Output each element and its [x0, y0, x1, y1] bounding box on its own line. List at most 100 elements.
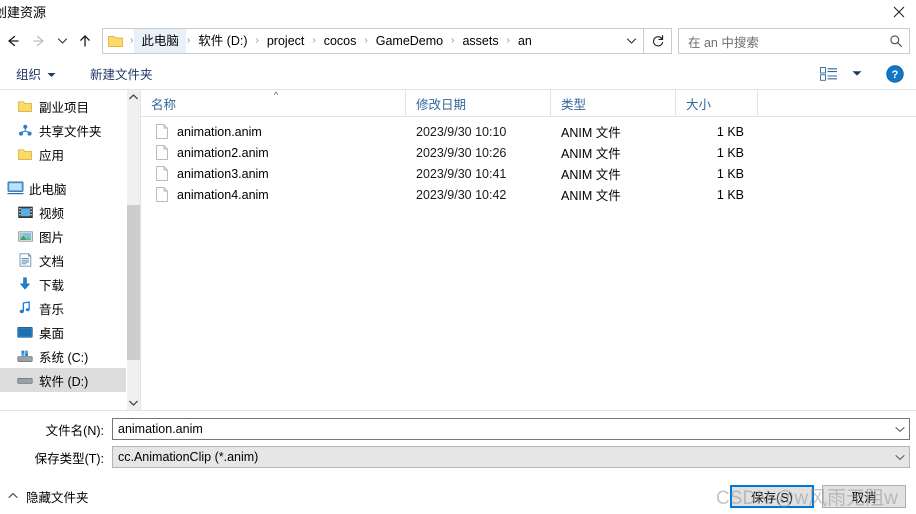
sidebar-item-system-c[interactable]: 系统 (C:) [0, 344, 126, 368]
sidebar-item-desktop[interactable]: 桌面 [0, 320, 126, 344]
dialog-body: 副业项目 共享文件夹 应用 此电脑 视频 图片 文档 下载 音乐 桌面 系统 (… [0, 90, 916, 411]
cancel-button[interactable]: 取消 [822, 484, 906, 508]
file-icon [151, 166, 173, 181]
sidebar-item-this-pc[interactable]: 此电脑 [0, 176, 126, 200]
title-bar: 创建资源 [0, 0, 916, 24]
svg-text:?: ? [892, 69, 899, 81]
column-header-type-label: 类型 [561, 97, 587, 112]
column-header-type[interactable]: 类型 [551, 90, 676, 116]
chevron-down-icon[interactable] [127, 396, 140, 410]
videos-icon [14, 206, 36, 219]
chevron-up-icon [6, 491, 26, 502]
table-row[interactable]: animation.anim 2023/9/30 10:10 ANIM 文件 1… [141, 121, 916, 142]
sidebar-item-label: 副业项目 [39, 100, 90, 115]
chevron-down-icon [47, 67, 56, 81]
sidebar-item-label: 系统 (C:) [39, 350, 89, 365]
file-list-pane: 名称 ^ 修改日期 类型 大小 animation.anim 2023/9/30… [140, 90, 916, 410]
sidebar-item-software-d[interactable]: 软件 (D:) [0, 368, 126, 392]
refresh-button[interactable] [644, 28, 672, 54]
back-button[interactable] [0, 28, 26, 54]
folder-icon [14, 148, 36, 161]
hide-folders-label: 隐藏文件夹 [26, 490, 89, 505]
breadcrumb-item-4[interactable]: GameDemo [369, 29, 450, 53]
filetype-row: 保存类型(T): cc.AnimationClip (*.anim) [6, 446, 910, 468]
desktop-icon [14, 326, 36, 339]
sidebar-item-label: 应用 [39, 148, 65, 163]
file-name-cell: animation2.anim [141, 145, 406, 160]
sidebar-scrollbar[interactable] [126, 90, 140, 410]
sidebar-item-shared-folder[interactable]: 共享文件夹 [0, 118, 126, 142]
filetype-select[interactable]: cc.AnimationClip (*.anim) [112, 446, 910, 468]
save-button[interactable]: 保存(S) [730, 484, 814, 508]
help-icon[interactable]: ? [882, 63, 908, 85]
scrollbar-thumb[interactable] [127, 205, 140, 360]
sidebar-item-downloads[interactable]: 下载 [0, 272, 126, 296]
filename-input[interactable]: animation.anim [112, 418, 910, 440]
chevron-down-icon[interactable] [891, 426, 909, 433]
breadcrumb-item-2[interactable]: project [260, 29, 312, 53]
breadcrumb-item-6[interactable]: an [511, 29, 539, 53]
forward-button[interactable] [26, 28, 52, 54]
search-placeholder: 在 an 中搜索 [688, 35, 759, 50]
file-size-cell: 1 KB [716, 124, 744, 139]
sidebar-divider [0, 166, 126, 176]
file-name-label: animation2.anim [177, 145, 269, 160]
organize-button[interactable]: 组织 [10, 62, 62, 86]
sidebar-item-documents[interactable]: 文档 [0, 248, 126, 272]
file-type-cell: ANIM 文件 [561, 168, 621, 182]
column-header-name[interactable]: 名称 ^ [141, 90, 406, 116]
breadcrumb-item-5[interactable]: assets [455, 29, 505, 53]
column-header-size[interactable]: 大小 [676, 90, 758, 116]
sidebar-item-side-project[interactable]: 副业项目 [0, 94, 126, 118]
window-title: 创建资源 [0, 5, 47, 20]
hide-folders-button[interactable]: 隐藏文件夹 [6, 487, 89, 506]
sort-ascending-icon: ^ [274, 90, 279, 100]
file-icon [151, 145, 173, 160]
column-header-name-label: 名称 [151, 97, 177, 112]
up-button[interactable] [72, 28, 98, 54]
navigation-bar: › 此电脑 › 软件 (D:) › project › cocos › Game… [0, 24, 916, 58]
file-name-cell: animation.anim [141, 124, 406, 139]
toolbar-right-group: ? [816, 63, 908, 85]
documents-icon [14, 253, 36, 267]
new-folder-button[interactable]: 新建文件夹 [84, 62, 159, 86]
sidebar-item-pictures[interactable]: 图片 [0, 224, 126, 248]
file-name-label: animation4.anim [177, 187, 269, 202]
filename-value: animation.anim [118, 422, 203, 436]
file-date-cell: 2023/9/30 10:42 [416, 187, 507, 202]
view-options-caret-icon[interactable] [844, 63, 870, 85]
breadcrumb-item-3[interactable]: cocos [317, 29, 364, 53]
sidebar-item-apps[interactable]: 应用 [0, 142, 126, 166]
toolbar: 组织 新建文件夹 ? [0, 58, 916, 90]
file-name-cell: animation4.anim [141, 187, 406, 202]
sidebar-item-label: 文档 [39, 254, 65, 269]
search-input[interactable]: 在 an 中搜索 [678, 28, 910, 54]
sidebar-item-music[interactable]: 音乐 [0, 296, 126, 320]
sidebar-item-label: 共享文件夹 [39, 124, 102, 139]
file-icon [151, 187, 173, 202]
table-row[interactable]: animation3.anim 2023/9/30 10:41 ANIM 文件 … [141, 163, 916, 184]
chevron-down-icon[interactable] [891, 454, 909, 461]
recent-locations-button[interactable] [52, 28, 72, 54]
table-row[interactable]: animation4.anim 2023/9/30 10:42 ANIM 文件 … [141, 184, 916, 205]
file-size-cell: 1 KB [716, 166, 744, 181]
sidebar-item-label: 图片 [39, 230, 65, 245]
chevron-up-icon[interactable] [127, 90, 140, 104]
drive-icon [14, 374, 36, 387]
file-type-cell: ANIM 文件 [561, 126, 621, 140]
close-icon[interactable] [882, 0, 916, 24]
address-bar[interactable]: › 此电脑 › 软件 (D:) › project › cocos › Game… [102, 28, 644, 54]
sidebar-item-videos[interactable]: 视频 [0, 200, 126, 224]
file-date-cell: 2023/9/30 10:26 [416, 145, 507, 160]
new-folder-label: 新建文件夹 [90, 68, 153, 82]
breadcrumb-item-1[interactable]: 软件 (D:) [191, 29, 254, 53]
chevron-down-icon[interactable] [619, 29, 643, 53]
view-options-icon[interactable] [816, 63, 842, 85]
breadcrumb-item-0[interactable]: 此电脑 [134, 29, 186, 53]
column-header-row: 名称 ^ 修改日期 类型 大小 [141, 90, 916, 117]
table-row[interactable]: animation2.anim 2023/9/30 10:26 ANIM 文件 … [141, 142, 916, 163]
file-size-cell: 1 KB [716, 187, 744, 202]
save-file-dialog: 创建资源 › 此电脑 › 软件 (D:) › project › cocos ›… [0, 0, 916, 514]
folder-icon [14, 100, 36, 113]
column-header-date[interactable]: 修改日期 [406, 90, 551, 116]
